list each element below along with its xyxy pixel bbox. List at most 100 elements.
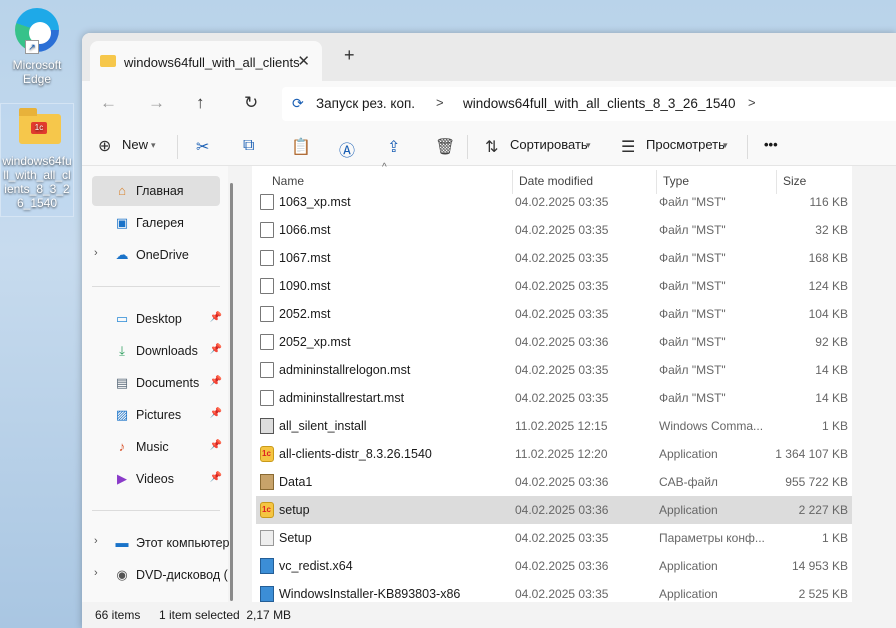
- desktop-folder-shortcut[interactable]: 1c windows64full_with_all_clients_8_3_26…: [0, 103, 74, 217]
- file-date: 04.02.2025 03:35: [515, 391, 609, 405]
- file-row[interactable]: all_silent_install 11.02.2025 12:15 Window…: [256, 412, 852, 440]
- computer-icon: ▬: [115, 535, 129, 550]
- chevron-right-icon[interactable]: >: [436, 95, 444, 110]
- sidebar-item-pictures[interactable]: ▨ Pictures 📌: [92, 400, 222, 430]
- file-size: 14 953 KB: [791, 559, 848, 573]
- column-header-size[interactable]: Size: [783, 174, 806, 188]
- sort-button[interactable]: Сортировать: [510, 137, 588, 152]
- pin-icon[interactable]: 📌: [210, 408, 222, 419]
- back-button[interactable]: ←: [100, 93, 117, 113]
- chevron-down-icon: ▾: [723, 140, 728, 150]
- file-list: Name ^ Date modified Type Size 1063_xp.m…: [252, 162, 852, 602]
- file-type: Файл "MST": [659, 335, 726, 349]
- file-row[interactable]: Setup 04.02.2025 03:35 Параметры конф... 1 …: [256, 524, 852, 552]
- address-bar[interactable]: ⟳ Запуск рез. коп. > windows64full_with_…: [282, 87, 896, 121]
- expand-chevron-icon[interactable]: ›: [94, 535, 98, 547]
- toolbar-divider: [747, 135, 748, 159]
- new-plus-icon: ⊕: [98, 138, 112, 155]
- file-type: Application: [659, 587, 718, 601]
- file-name: all_silent_install: [279, 419, 367, 433]
- file-date: 04.02.2025 03:35: [515, 307, 609, 321]
- file-row[interactable]: 1067.mst 04.02.2025 03:35 Файл "MST" 168 KB: [256, 244, 852, 272]
- file-type: Файл "MST": [659, 307, 726, 321]
- breadcrumb-root[interactable]: Запуск рез. коп.: [316, 96, 415, 111]
- sidebar-item-dvd-drive[interactable]: › ◉ DVD-дисковод (: [92, 560, 232, 590]
- breadcrumb-current-folder[interactable]: windows64full_with_all_clients_8_3_26_15…: [463, 96, 735, 111]
- rename-icon[interactable]: Ⓐ: [339, 137, 355, 161]
- home-icon: ⌂: [118, 183, 126, 198]
- file-date: 04.02.2025 03:36: [515, 559, 609, 573]
- sidebar-item-label: Desktop: [136, 312, 182, 326]
- sidebar-item-downloads[interactable]: ⤓ Downloads 📌: [92, 336, 222, 366]
- share-icon[interactable]: ⇪: [387, 137, 400, 157]
- file-type: CAB-файл: [659, 475, 718, 489]
- sidebar-item-label: Pictures: [136, 408, 182, 422]
- pin-icon[interactable]: 📌: [210, 440, 222, 451]
- tab-current-folder[interactable]: windows64full_with_all_clients ✕: [90, 41, 322, 81]
- file-name: 1090.mst: [279, 279, 331, 293]
- column-header-date[interactable]: Date modified: [519, 174, 593, 188]
- file-row[interactable]: 1063_xp.mst 04.02.2025 03:35 Файл "MST" 116…: [256, 188, 852, 216]
- file-row[interactable]: all-clients-distr_8.3.26.1540 11.02.2025 …: [256, 440, 852, 468]
- sidebar-item-this-pc[interactable]: › ▬ Этот компьютер: [92, 528, 232, 558]
- file-row[interactable]: Data1 04.02.2025 03:36 CAB-файл 955 722 KB: [256, 468, 852, 496]
- document-file-icon: [260, 306, 274, 322]
- file-row[interactable]: setup 04.02.2025 03:36 Application 2 227 KB: [256, 496, 852, 524]
- sidebar-scrollbar[interactable]: [230, 183, 233, 601]
- file-row[interactable]: 2052.mst 04.02.2025 03:35 Файл "MST" 104 KB: [256, 300, 852, 328]
- file-row[interactable]: 1066.mst 04.02.2025 03:35 Файл "MST" 32 KB: [256, 216, 852, 244]
- file-row[interactable]: 2052_xp.mst 04.02.2025 03:36 Файл "MST" 92 …: [256, 328, 852, 356]
- expand-chevron-icon[interactable]: ›: [94, 567, 98, 579]
- sidebar-divider: [92, 510, 220, 511]
- tab-title: windows64full_with_all_clients: [124, 55, 300, 70]
- sidebar-item-label: DVD-дисковод (: [136, 568, 228, 582]
- installer-icon: [260, 586, 274, 602]
- sidebar-item-home[interactable]: ⌂ Главная: [92, 176, 220, 206]
- pin-icon[interactable]: 📌: [210, 344, 222, 355]
- desktop-edge-shortcut[interactable]: ↗ Microsoft Edge: [0, 6, 74, 86]
- file-row[interactable]: vc_redist.x64 04.02.2025 03:36 Application…: [256, 552, 852, 580]
- cab-archive-icon: [260, 474, 274, 490]
- desktop-icon: ▭: [115, 311, 129, 326]
- file-row[interactable]: admininstallrestart.mst 04.02.2025 03:35 Ф…: [256, 384, 852, 412]
- forward-button[interactable]: →: [148, 93, 165, 113]
- chevron-right-icon[interactable]: >: [748, 95, 756, 110]
- file-size: 14 KB: [815, 391, 848, 405]
- file-date: 04.02.2025 03:35: [515, 223, 609, 237]
- refresh-button[interactable]: ↻: [244, 93, 258, 113]
- document-file-icon: [260, 390, 274, 406]
- pin-icon[interactable]: 📌: [210, 312, 222, 323]
- up-button[interactable]: ↑: [196, 93, 205, 113]
- new-button[interactable]: New: [122, 137, 148, 152]
- column-header-type[interactable]: Type: [663, 174, 689, 188]
- close-tab-icon[interactable]: ✕: [297, 52, 310, 70]
- sidebar-item-music[interactable]: ♪ Music 📌: [92, 432, 222, 462]
- pin-icon[interactable]: 📌: [210, 472, 222, 483]
- file-row[interactable]: admininstallrelogon.mst 04.02.2025 03:35 Ф…: [256, 356, 852, 384]
- more-options-button[interactable]: •••: [764, 137, 778, 152]
- file-name: WindowsInstaller-KB893803-x86: [279, 587, 461, 601]
- paste-icon[interactable]: 📋: [291, 137, 311, 157]
- application-icon: [260, 502, 274, 518]
- new-tab-button[interactable]: +: [344, 45, 355, 66]
- file-size: 14 KB: [815, 363, 848, 377]
- delete-icon[interactable]: 🗑: [435, 137, 455, 157]
- copy-icon[interactable]: ⧉: [243, 137, 254, 155]
- sidebar-item-onedrive[interactable]: › ☁ OneDrive: [92, 240, 220, 270]
- sidebar-item-videos[interactable]: ▶ Videos 📌: [92, 464, 222, 494]
- file-date: 04.02.2025 03:35: [515, 279, 609, 293]
- column-header-name[interactable]: Name: [272, 174, 304, 188]
- sidebar-item-desktop[interactable]: ▭ Desktop 📌: [92, 304, 222, 334]
- view-button[interactable]: Просмотреть: [646, 137, 725, 152]
- expand-chevron-icon[interactable]: ›: [94, 247, 98, 259]
- document-file-icon: [260, 362, 274, 378]
- file-row[interactable]: 1090.mst 04.02.2025 03:35 Файл "MST" 124 KB: [256, 272, 852, 300]
- edge-icon: ↗: [13, 8, 61, 56]
- sidebar-item-label: Downloads: [136, 344, 198, 358]
- sidebar-item-gallery[interactable]: ▣ Галерея: [92, 208, 220, 238]
- cut-icon[interactable]: ✂: [196, 137, 209, 157]
- file-size: 1 KB: [821, 419, 848, 433]
- file-size: 92 KB: [815, 335, 848, 349]
- sidebar-item-documents[interactable]: ▤ Documents 📌: [92, 368, 222, 398]
- pin-icon[interactable]: 📌: [210, 376, 222, 387]
